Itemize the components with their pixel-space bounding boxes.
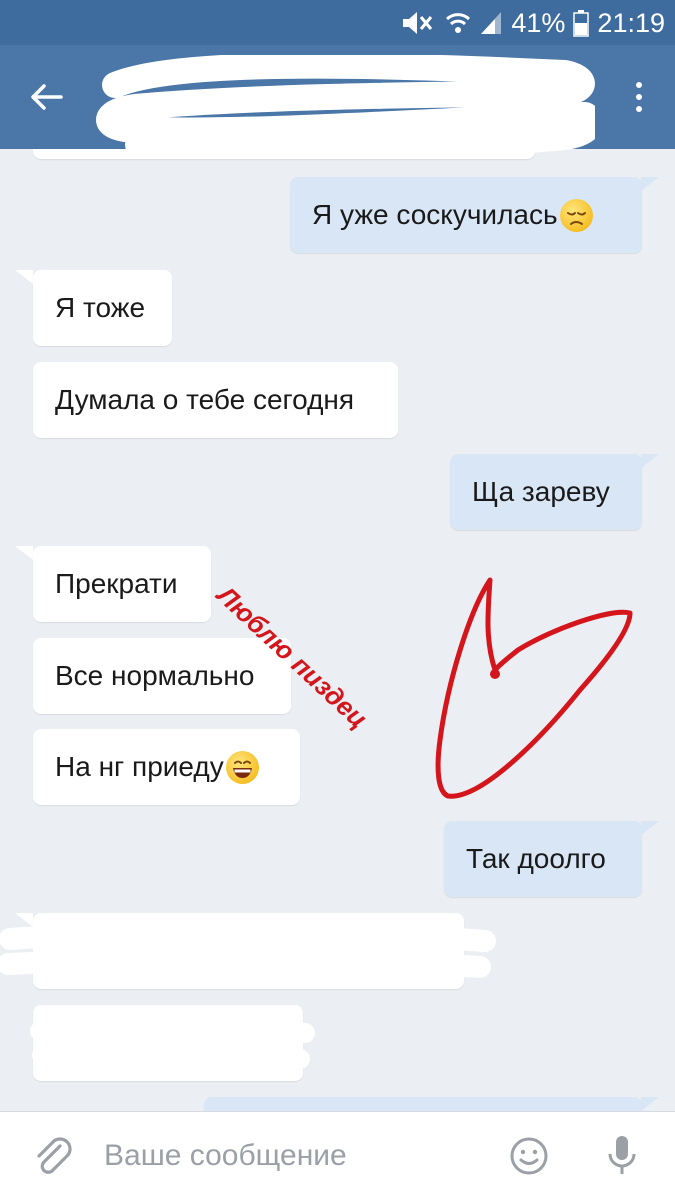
grinning-face-icon: [225, 750, 259, 784]
redaction-scribble: [0, 921, 496, 978]
message-input[interactable]: [104, 1130, 484, 1182]
message-text: На нг приеду: [55, 751, 224, 782]
battery-percent: 41%: [511, 7, 566, 38]
signal-icon: [479, 10, 503, 36]
paperclip-icon: [37, 1137, 72, 1174]
message-bubble-incoming[interactable]: Думала о тебе сегодня: [33, 362, 398, 438]
smiley-icon: [510, 1137, 548, 1175]
chat-header: [0, 45, 675, 155]
pensive-face-icon: [559, 198, 593, 232]
message-bubble-partial: [33, 149, 535, 159]
message-bubble-outgoing[interactable]: Так доолго: [444, 821, 642, 897]
mute-icon: [399, 8, 437, 38]
arrow-left-icon: [31, 84, 63, 110]
message-bubble-incoming[interactable]: Я тоже: [33, 270, 172, 346]
message-text: Все нормально: [55, 660, 255, 691]
redacted-contact-name: [96, 55, 595, 155]
voice-message-button[interactable]: [600, 1130, 644, 1182]
more-menu-button[interactable]: [625, 73, 653, 121]
attach-button[interactable]: [30, 1132, 78, 1180]
message-bubble-incoming[interactable]: На нг приеду: [33, 729, 300, 805]
emoji-button[interactable]: [505, 1132, 553, 1180]
message-text: Думала о тебе сегодня: [55, 384, 355, 415]
message-bubble-incoming[interactable]: Все нормально: [33, 638, 291, 714]
more-vertical-icon: [636, 82, 642, 88]
message-text: Я уже соскучилась: [312, 199, 558, 230]
drawn-heart-doodle: [435, 577, 633, 799]
message-bubble-outgoing[interactable]: Ща зареву: [450, 454, 642, 530]
message-bubble-outgoing-partial: [204, 1097, 642, 1111]
microphone-icon: [608, 1136, 636, 1174]
clock: 21:19: [597, 7, 665, 38]
message-text: Ща зареву: [472, 476, 610, 507]
message-composer: [0, 1111, 675, 1200]
message-text: Прекрати: [55, 568, 178, 599]
message-bubble-incoming[interactable]: Прекрати: [33, 546, 211, 622]
redaction-scribble: [30, 1016, 315, 1069]
wifi-icon: [445, 10, 471, 36]
message-text: Я тоже: [55, 292, 146, 323]
message-text: Так доолго: [466, 843, 606, 874]
status-bar: 41% 21:19: [0, 0, 675, 45]
message-bubble-outgoing[interactable]: Я уже соскучилась: [290, 177, 642, 253]
back-button[interactable]: [22, 73, 70, 121]
battery-icon: [573, 9, 590, 37]
